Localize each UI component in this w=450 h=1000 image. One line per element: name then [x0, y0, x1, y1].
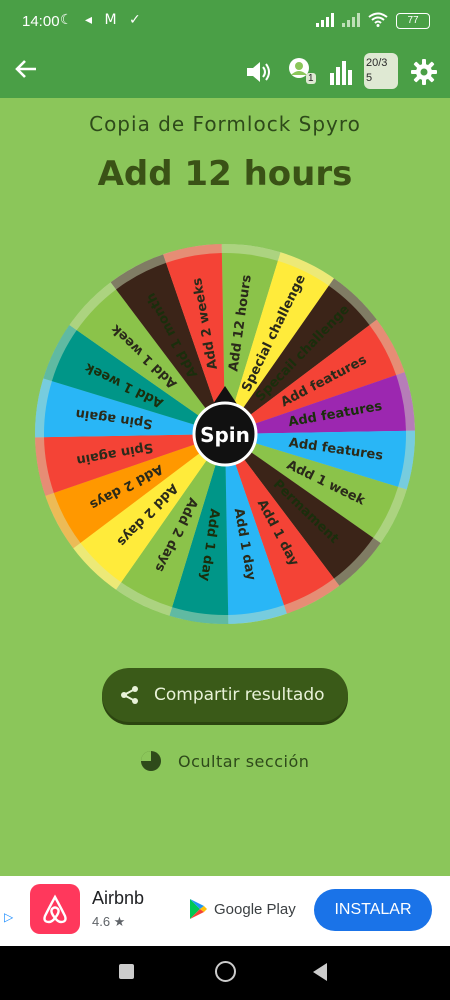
status-time: 14:00 — [22, 13, 60, 30]
signal-icon — [316, 12, 334, 30]
ad-rating: 4.6 ★ — [92, 914, 126, 929]
back-button[interactable] — [8, 54, 44, 90]
install-button[interactable]: INSTALAR — [314, 889, 432, 931]
system-back-button[interactable] — [313, 963, 327, 981]
bar-chart-icon — [330, 61, 352, 85]
share-label: Compartir resultado — [154, 685, 325, 705]
notification-icons: ☾ ◂ M ✓ — [60, 12, 145, 28]
recents-button[interactable] — [119, 964, 134, 979]
counter-line2: 5 — [366, 72, 373, 84]
store-name: Google Play — [214, 900, 296, 918]
hide-section-button[interactable]: Ocultar sección — [140, 750, 309, 772]
arrow-left-icon — [15, 60, 36, 78]
signal-icon-2 — [342, 12, 360, 30]
spin-label: Spin — [200, 423, 250, 447]
ad-app-name[interactable]: Airbnb — [92, 888, 144, 909]
wheel-title: Copia de Formlock Spyro — [89, 112, 361, 136]
volume-icon — [247, 62, 270, 82]
spin-counter-button[interactable]: 20/3 5 — [364, 53, 398, 89]
system-nav-bar — [0, 946, 450, 1000]
result-text: Add 12 hours — [97, 154, 353, 194]
pie-chart-icon — [141, 751, 161, 771]
hide-section-label: Ocultar sección — [178, 751, 310, 771]
share-icon — [121, 686, 138, 704]
settings-button[interactable] — [410, 56, 438, 88]
counter-line1: 20/3 — [366, 57, 388, 69]
users-count: 1 — [306, 73, 316, 84]
home-button[interactable] — [215, 961, 236, 982]
sound-button[interactable] — [244, 56, 274, 88]
system-icons: 77 — [316, 12, 430, 30]
app-bar: 1 20/3 5 — [0, 46, 450, 98]
battery-icon: 77 — [396, 13, 430, 29]
google-play-icon — [190, 899, 207, 919]
google-play-badge: Google Play — [188, 898, 296, 920]
status-bar: 14:00 ☾ ◂ M ✓ 77 — [0, 0, 450, 46]
spin-wheel[interactable]: Add 12 hoursSpecial challengeSpecail cha… — [25, 234, 425, 634]
gear-icon — [411, 59, 437, 85]
adchoices-icon[interactable]: ▷ — [4, 910, 13, 924]
stats-button[interactable] — [328, 56, 354, 88]
airbnb-logo[interactable] — [30, 884, 80, 934]
ad-banner[interactable]: ▷ Airbnb 4.6 ★ Google Play INSTALAR — [0, 876, 450, 946]
wifi-icon — [368, 12, 388, 30]
share-result-button[interactable]: Compartir resultado — [102, 668, 348, 722]
